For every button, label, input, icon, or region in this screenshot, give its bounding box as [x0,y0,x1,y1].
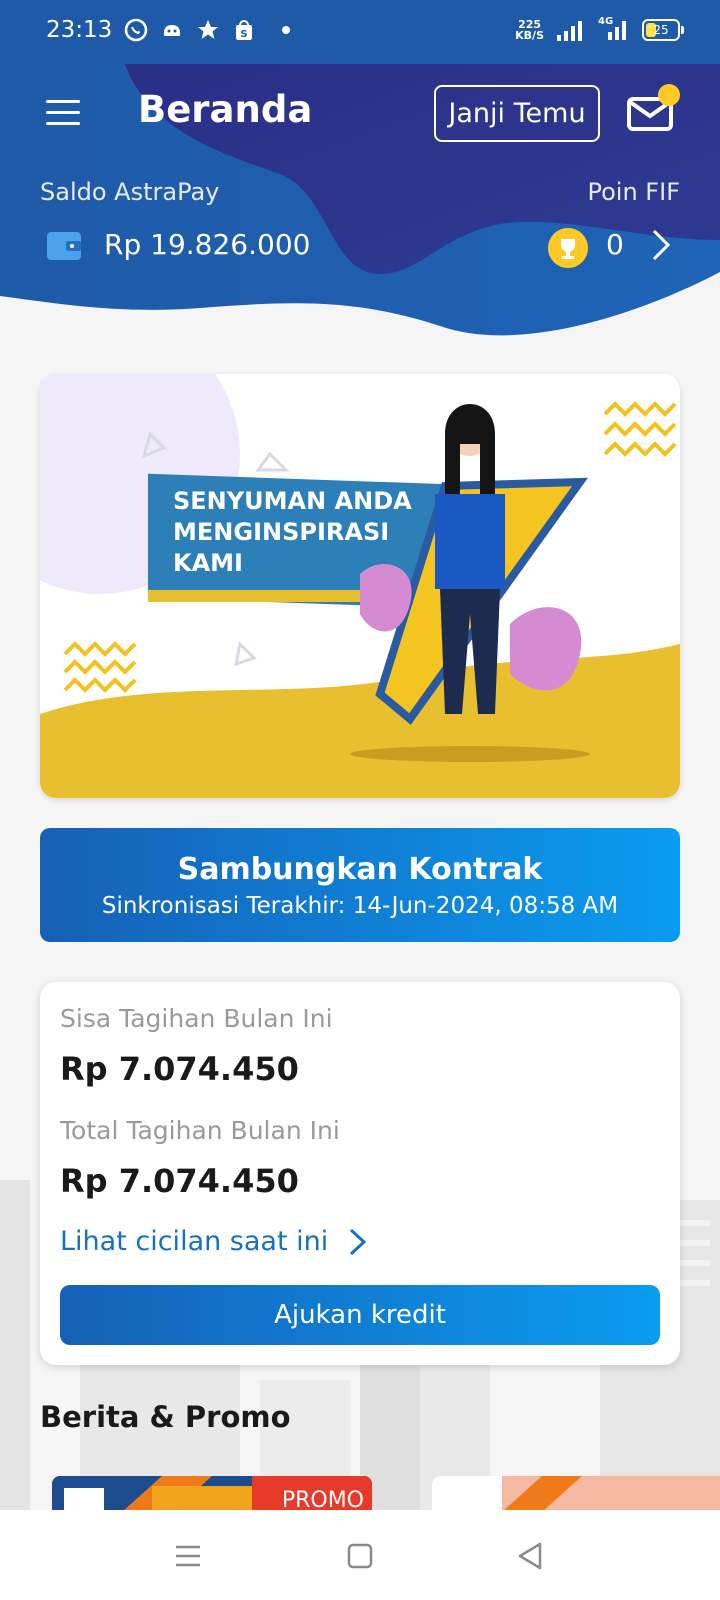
chevron-right-icon[interactable] [650,228,672,262]
status-time: 23:13 [46,17,113,43]
promo-banner[interactable]: SENYUMAN ANDA MENGINSPIRASI KAMI [40,374,680,798]
total-bill-value: Rp 7.074.450 [60,1162,299,1200]
banner-line-3: KAMI [173,549,243,577]
total-bill-label: Total Tagihan Bulan Ini [60,1116,340,1145]
battery-level: 25 [653,23,669,37]
saldo-label: Saldo AstraPay [40,178,220,206]
whatsapp-icon [124,18,148,42]
promo-card[interactable]: PROMO [52,1476,372,1512]
promo-card[interactable] [432,1476,720,1512]
recent-apps-icon[interactable] [170,1538,206,1574]
appointment-button[interactable]: Janji Temu [434,85,600,142]
sync-subtitle: Sinkronisasi Terakhir: 14-Jun-2024, 08:5… [101,893,619,919]
back-icon[interactable] [512,1538,548,1574]
svg-text:S: S [240,29,247,40]
menu-button[interactable] [46,100,80,126]
signal-4g-icon: 4G [596,16,630,42]
more-notifications-dot [282,26,290,34]
poin-label: Poin FIF [587,178,681,206]
chevron-right-icon [350,1228,367,1255]
view-installments-label: Lihat cicilan saat ini [60,1226,329,1257]
page-title: Beranda [138,88,313,131]
remaining-bill-label: Sisa Tagihan Bulan Ini [60,1004,333,1033]
promo-label: PROMO [281,1488,364,1512]
sync-contract-button[interactable]: Sambungkan Kontrak Sinkronisasi Terakhir… [40,828,680,942]
shopping-bag-icon: S [236,20,252,40]
apply-credit-button[interactable]: Ajukan kredit [60,1285,660,1345]
system-status: 225 KB/S 4G 25 [515,16,684,42]
status-bar: 23:13 S 225 KB/S 4G 25 [0,0,720,64]
notification-badge [658,84,680,106]
banner-illustration [40,374,680,798]
banner-line-2: MENGINSPIRASI [173,518,390,546]
home-icon[interactable] [342,1538,378,1574]
bill-card: Sisa Tagihan Bulan Ini Rp 7.074.450 Tota… [40,982,680,1365]
game-icon [164,25,180,36]
sync-title: Sambungkan Kontrak [177,852,543,887]
system-navigation-bar [0,1510,720,1600]
star-icon [198,20,218,39]
remaining-bill-value: Rp 7.074.450 [60,1050,299,1088]
signal-icon [557,21,582,41]
wallet-icon [47,232,81,260]
notification-icons: S [124,18,290,42]
net-speed: 225 KB/S [515,19,544,41]
promo-card-image [432,1476,720,1512]
net-speed-unit: KB/S [515,29,544,42]
battery-icon: 25 [642,19,684,41]
poin-value[interactable]: 0 [606,228,624,261]
banner-text: SENYUMAN ANDA MENGINSPIRASI KAMI [173,486,412,579]
view-installments-link[interactable]: Lihat cicilan saat ini [60,1226,368,1257]
trophy-icon [548,228,588,268]
banner-line-1: SENYUMAN ANDA [173,487,412,515]
saldo-value[interactable]: Rp 19.826.000 [104,228,310,261]
news-section-title: Berita & Promo [40,1400,291,1434]
